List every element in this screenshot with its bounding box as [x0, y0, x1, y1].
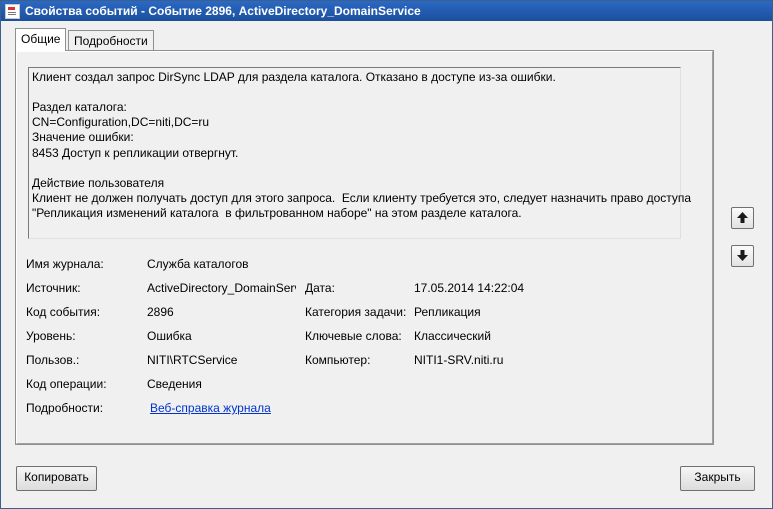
task-category-value: Репликация: [414, 305, 481, 319]
tab-general[interactable]: Общие: [15, 28, 67, 51]
level-value: Ошибка: [147, 329, 192, 343]
description-line: Клиент не должен получать доступ для это…: [32, 191, 692, 205]
source-value: ActiveDirectory_DomainService: [147, 281, 296, 295]
level-label: Уровень:: [26, 329, 76, 343]
event-id-label: Код события:: [26, 305, 101, 319]
date-label: Дата:: [305, 281, 335, 295]
description-line: "Репликация изменений каталога в фильтро…: [32, 206, 522, 220]
event-log-online-help-link[interactable]: Веб-справка журнала: [150, 401, 271, 415]
log-name-value: Служба каталогов: [147, 257, 249, 271]
description-line: 8453 Доступ к репликации отвергнут.: [32, 146, 239, 160]
window-title: Свойства событий - Событие 2896, ActiveD…: [25, 4, 421, 18]
title-bar[interactable]: Свойства событий - Событие 2896, ActiveD…: [1, 1, 772, 21]
event-description-box[interactable]: Клиент создал запрос DirSync LDAP для ра…: [28, 67, 691, 239]
arrow-down-icon: [737, 250, 748, 261]
description-line: Значение ошибки:: [32, 130, 134, 144]
close-button[interactable]: Закрыть: [680, 466, 755, 491]
event-id-value: 2896: [147, 305, 174, 319]
date-value: 17.05.2014 14:22:04: [414, 281, 525, 295]
previous-event-button[interactable]: [731, 207, 754, 229]
description-line: CN=Configuration,DC=niti,DC=ru: [32, 115, 210, 129]
description-line: Действие пользователя: [32, 176, 165, 190]
description-line: Раздел каталога:: [32, 100, 127, 114]
opcode-label: Код операции:: [26, 377, 107, 391]
more-info-label: Подробности:: [26, 401, 104, 415]
computer-value: NITI1-SRV.niti.ru: [414, 353, 504, 367]
arrow-up-icon: [737, 212, 748, 223]
task-category-label: Категория задачи:: [305, 305, 407, 319]
user-value: NITI\RTCService: [147, 353, 238, 367]
tab-details[interactable]: Подробности: [68, 30, 154, 51]
keywords-label: Ключевые слова:: [305, 329, 402, 343]
next-event-button[interactable]: [731, 245, 754, 267]
copy-button[interactable]: Копировать: [16, 466, 97, 491]
keywords-value: Классический: [414, 329, 491, 343]
description-line: Клиент создал запрос DirSync LDAP для ра…: [32, 70, 556, 84]
user-label: Пользов.:: [26, 353, 80, 367]
opcode-value: Сведения: [147, 377, 202, 391]
log-name-label: Имя журнала:: [26, 257, 104, 271]
source-label: Источник:: [26, 281, 81, 295]
computer-label: Компьютер:: [305, 353, 371, 367]
event-viewer-icon: [5, 4, 20, 19]
